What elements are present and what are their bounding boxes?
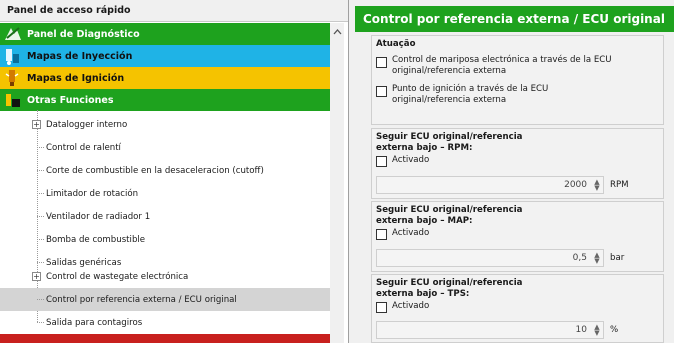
tree-item-idle-control[interactable]: Control de ralentí bbox=[0, 136, 330, 159]
tree-branch bbox=[37, 322, 44, 323]
rpm-value-row: 2000 ▲ ▼ RPM bbox=[376, 176, 629, 194]
actuation-group: Atuação Control de mariposa electrónica … bbox=[371, 35, 664, 125]
functions-icon bbox=[3, 90, 23, 110]
tree-item-fuel-pump[interactable]: Bomba de combustible bbox=[0, 228, 330, 251]
throttle-option-label: Control de mariposa electrónica a través… bbox=[392, 55, 612, 76]
settings-panel: Control por referencia externa / ECU ori… bbox=[355, 0, 674, 343]
tree-item-label: Control de ralentí bbox=[46, 142, 121, 153]
tps-group-title: Seguir ECU original/referencia externa b… bbox=[376, 278, 523, 299]
map-value-row: 0,5 ▲ ▼ bar bbox=[376, 249, 624, 267]
throttle-checkbox[interactable] bbox=[376, 57, 387, 68]
tree-branch bbox=[37, 216, 44, 217]
map-enabled-label: Activado bbox=[392, 228, 430, 238]
rpm-enabled-option[interactable]: Activado bbox=[372, 154, 663, 167]
rpm-enabled-label: Activado bbox=[392, 155, 430, 165]
category-diagnostic-panel[interactable]: Panel de Diagnóstico bbox=[0, 23, 344, 45]
spinner-icon[interactable]: ▲ ▼ bbox=[592, 252, 602, 265]
map-enabled-option[interactable]: Activado bbox=[372, 227, 663, 240]
injection-icon bbox=[3, 46, 23, 66]
category-red-partial[interactable] bbox=[0, 334, 344, 343]
tree-item-datalogger[interactable]: + Datalogger interno bbox=[0, 113, 330, 136]
category-injection-maps[interactable]: Mapas de Inyección bbox=[0, 45, 344, 67]
scrollbar[interactable] bbox=[330, 23, 344, 343]
map-group-title: Seguir ECU original/referencia externa b… bbox=[376, 205, 523, 226]
ignition-option[interactable]: Punto de ignición a través de la ECU ori… bbox=[372, 82, 663, 106]
map-value: 0,5 bbox=[572, 253, 587, 263]
tree-branch bbox=[37, 193, 44, 194]
tps-unit: % bbox=[610, 325, 619, 335]
throttle-option[interactable]: Control de mariposa electrónica a través… bbox=[372, 53, 663, 77]
panel-header: Control por referencia externa / ECU ori… bbox=[355, 6, 674, 32]
expand-icon[interactable]: + bbox=[32, 272, 41, 281]
spinner-icon[interactable]: ▲ ▼ bbox=[592, 179, 602, 192]
expand-icon[interactable]: + bbox=[32, 120, 41, 129]
tree-item-label: Salida para contagiros bbox=[46, 317, 143, 328]
rpm-group-title: Seguir ECU original/referencia externa b… bbox=[376, 132, 523, 153]
tree-item-external-reference[interactable]: Control por referencia externa / ECU ori… bbox=[0, 288, 330, 311]
spinner-icon[interactable]: ▲ ▼ bbox=[592, 324, 602, 337]
map-value-input[interactable]: 0,5 ▲ ▼ bbox=[376, 249, 604, 267]
tree-branch bbox=[37, 299, 44, 300]
ignition-option-label: Punto de ignición a través de la ECU ori… bbox=[392, 84, 549, 105]
tree-item-rev-limiter[interactable]: Limitador de rotación bbox=[0, 182, 330, 205]
map-enabled-checkbox[interactable] bbox=[376, 229, 387, 240]
tree-item-label: Control de wastegate electrónica bbox=[46, 271, 189, 282]
tree-item-label: Ventilador de radiador 1 bbox=[46, 211, 151, 222]
tps-enabled-checkbox[interactable] bbox=[376, 302, 387, 313]
ignition-icon bbox=[3, 68, 23, 88]
tree-branch bbox=[37, 262, 44, 263]
tree-item-label: Limitador de rotación bbox=[46, 188, 139, 199]
category-label: Panel de Diagnóstico bbox=[27, 28, 140, 40]
map-group: Seguir ECU original/referencia externa b… bbox=[371, 201, 664, 272]
tree-item-wastegate[interactable]: + Control de wastegate electrónica bbox=[0, 265, 330, 288]
actuation-title: Atuação bbox=[376, 39, 416, 49]
map-unit: bar bbox=[610, 253, 625, 263]
quick-access-title: Panel de acceso rápido bbox=[0, 0, 348, 22]
category-label: Mapas de Inyección bbox=[27, 50, 133, 62]
tree-item-cutoff[interactable]: Corte de combustible en la desaceleracio… bbox=[0, 159, 330, 182]
quick-access-panel: Panel de acceso rápido Panel de Diagnóst… bbox=[0, 0, 349, 343]
tps-value-input[interactable]: 10 ▲ ▼ bbox=[376, 321, 604, 339]
category-label: Otras Funciones bbox=[27, 94, 114, 106]
tps-group: Seguir ECU original/referencia externa b… bbox=[371, 274, 664, 343]
tps-value-row: 10 ▲ ▼ % bbox=[376, 321, 618, 339]
category-label: Mapas de Ignición bbox=[27, 72, 125, 84]
category-other-functions[interactable]: Otras Funciones bbox=[0, 89, 344, 111]
tree-branch bbox=[37, 170, 44, 171]
tree-item-tachometer-output[interactable]: Salida para contagiros bbox=[0, 311, 330, 334]
diagnostic-icon bbox=[3, 24, 23, 44]
tps-value: 10 bbox=[575, 325, 587, 335]
tree-item-label: Bomba de combustible bbox=[46, 234, 146, 245]
category-ignition-maps[interactable]: Mapas de Ignición bbox=[0, 67, 344, 89]
tps-enabled-option[interactable]: Activado bbox=[372, 300, 663, 313]
ignition-checkbox[interactable] bbox=[376, 86, 387, 97]
scroll-up-icon[interactable] bbox=[330, 23, 344, 40]
tree-branch bbox=[37, 147, 44, 148]
rpm-value: 2000 bbox=[564, 180, 587, 190]
tree-item-label: Control por referencia externa / ECU ori… bbox=[46, 294, 237, 305]
rpm-value-input[interactable]: 2000 ▲ ▼ bbox=[376, 176, 604, 194]
rpm-group: Seguir ECU original/referencia externa b… bbox=[371, 128, 664, 199]
tree-branch bbox=[37, 239, 44, 240]
rpm-unit: RPM bbox=[610, 180, 629, 190]
rpm-enabled-checkbox[interactable] bbox=[376, 156, 387, 167]
tree-item-radiator-fan[interactable]: Ventilador de radiador 1 bbox=[0, 205, 330, 228]
tree-item-label: Datalogger interno bbox=[46, 119, 128, 130]
tree-item-label: Corte de combustible en la desaceleracio… bbox=[46, 165, 264, 176]
tps-enabled-label: Activado bbox=[392, 301, 430, 311]
